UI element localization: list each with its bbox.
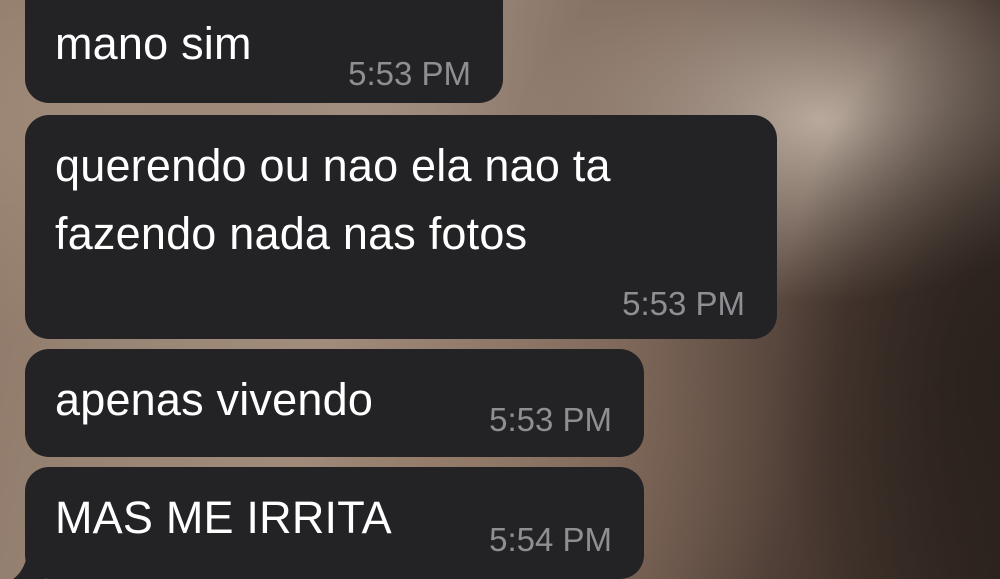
message-bubble[interactable]: mano sim 5:53 PM bbox=[25, 0, 503, 103]
message-text-line: fazendo nada nas fotos bbox=[55, 208, 528, 259]
message-text: MAS ME IRRITA bbox=[55, 492, 392, 543]
message-timestamp: 5:53 PM bbox=[622, 285, 745, 322]
message-timestamp: 5:53 PM bbox=[348, 55, 471, 92]
message-bubble[interactable]: MAS ME IRRITA 5:54 PM bbox=[25, 467, 644, 579]
message-text-line: querendo ou nao ela nao ta bbox=[55, 140, 611, 191]
message-bubble[interactable]: querendo ou nao ela nao ta fazendo nada … bbox=[25, 115, 777, 339]
message-timestamp: 5:53 PM bbox=[489, 401, 612, 438]
message-bubble[interactable]: apenas vivendo 5:53 PM bbox=[25, 349, 644, 457]
message-text: apenas vivendo bbox=[55, 374, 374, 425]
chat-thread: mano sim 5:53 PM querendo ou nao ela nao… bbox=[0, 0, 1000, 579]
message-text: mano sim bbox=[55, 18, 252, 69]
message-timestamp: 5:54 PM bbox=[489, 521, 612, 558]
